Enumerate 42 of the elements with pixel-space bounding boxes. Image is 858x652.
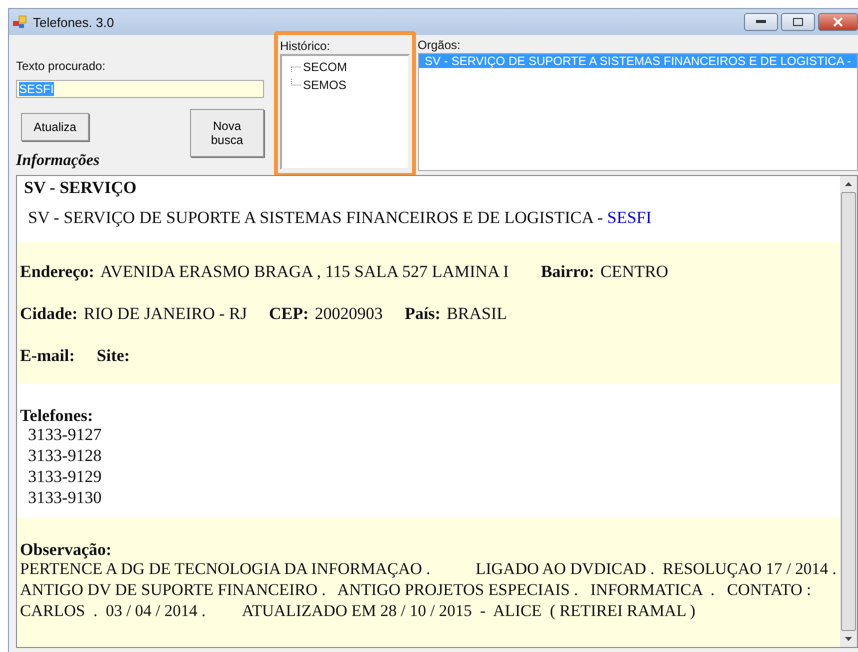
field-label: Endereço: (20, 262, 94, 282)
field-value: 20020903 (314, 304, 383, 324)
field-label: País: (404, 304, 441, 324)
scroll-up-icon (845, 182, 852, 186)
minimize-button[interactable] (744, 13, 778, 31)
search-label: Texto procurado: (16, 59, 106, 73)
scroll-down-icon (845, 637, 852, 641)
tree-item[interactable]: SEMOS (303, 78, 346, 92)
close-button[interactable] (818, 13, 858, 31)
app-icon (13, 15, 27, 29)
close-icon (833, 17, 843, 27)
notes-label: Observação: (20, 540, 112, 559)
organs-label: Orgãos: (418, 38, 462, 52)
tree-item[interactable]: SECOM (303, 60, 348, 74)
section-heading: Informações (16, 152, 101, 170)
field-value: CENTRO (600, 262, 668, 282)
organ-name: SV - SERVIÇO DE SUPORTE A SISTEMAS FINANCEIROS E DE LOGISTICA - SESFI (27, 207, 653, 229)
field-value: RIO DE JANEIRO - RJ (84, 304, 248, 324)
maximize-button[interactable] (781, 13, 815, 31)
phone-number: 3133-9127 (27, 424, 103, 445)
maximize-icon (793, 18, 803, 26)
field-label: Site: (96, 346, 130, 366)
notes-text: PERTENCE A DG DE TECNOLOGIA DA INFORMAÇAO . LIGADO AO DVDICAD . RESOLUÇAO 17 / 2014 . ANTIGO DV DE SUPORTE FINANCEIRO . ANTIGO PROJETOS ESPECIAIS . INFORMATICA . CONTATO : CARLOS . 03 / 04 / 2014 . ATUALIZADO EM 28 / 10 / 2015 - ALICE ( RETIREI RAMAL ) (20, 558, 837, 621)
scrollbar[interactable] (840, 176, 857, 647)
field-label: CEP: (269, 304, 309, 324)
phones-label: Telefones: (20, 408, 94, 424)
phone-number: 3133-9130 (27, 487, 103, 508)
organ-title: SV - SERVIÇO (23, 178, 138, 198)
field-label: Cidade: (20, 304, 78, 324)
action-button[interactable]: Atualiza (21, 113, 89, 141)
field-label: E-mail: (20, 346, 75, 366)
phone-number: 3133-9128 (27, 445, 103, 466)
phone-number: 3133-9129 (27, 466, 103, 487)
window-title: Telefones. 3.0 (33, 14, 114, 30)
minimize-icon (756, 20, 766, 24)
field-value: BRASIL (446, 304, 508, 324)
acronym-link[interactable]: SESFI (607, 208, 652, 227)
action-button[interactable]: Nova busca (190, 109, 264, 157)
scroll-thumb[interactable] (841, 192, 856, 631)
history-label: Histórico: (280, 39, 332, 53)
field-value: AVENIDA ERASMO BRAGA , 115 SALA 527 LAMINA I (100, 262, 509, 282)
field-label: Bairro: (540, 262, 594, 282)
